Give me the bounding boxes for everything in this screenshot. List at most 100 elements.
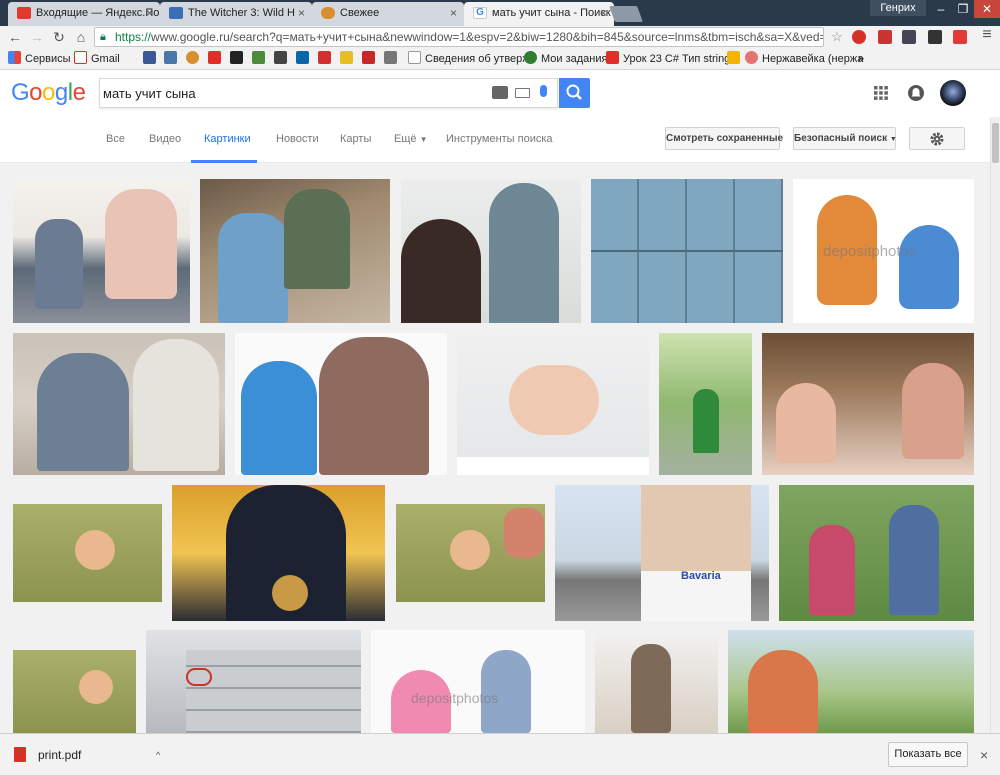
forward-icon[interactable]: →: [28, 28, 46, 46]
figure-shape: [37, 353, 129, 471]
bookmark-tasks[interactable]: Мои задания: [524, 50, 607, 68]
image-result[interactable]: depositphotos: [793, 179, 974, 323]
extension-icon[interactable]: [878, 30, 892, 44]
image-result[interactable]: [591, 179, 783, 323]
image-result[interactable]: [13, 650, 136, 733]
image-result[interactable]: [235, 333, 447, 475]
figure-shape: [693, 389, 719, 453]
bookmark-icon-only[interactable]: [384, 50, 401, 68]
new-tab-button[interactable]: [609, 6, 643, 22]
bookmark-icon-only[interactable]: [727, 50, 744, 68]
video-icon[interactable]: [953, 30, 967, 44]
back-icon[interactable]: ←: [6, 28, 24, 46]
bookmark-statements[interactable]: Сведения об утверж: [408, 50, 530, 68]
bookmark-icon-only[interactable]: [230, 50, 247, 68]
search-box[interactable]: [99, 78, 558, 108]
lock-icon: 🔒︎: [100, 31, 106, 43]
tab-yandex-mail[interactable]: Входящие — Яндекс.По ×: [8, 2, 160, 26]
tab-witcher[interactable]: The Witcher 3: Wild H ×: [160, 2, 312, 26]
bookmark-services[interactable]: Сервисы: [8, 50, 71, 68]
bookmark-icon-only[interactable]: [362, 50, 379, 68]
home-icon[interactable]: ⌂: [72, 28, 90, 46]
avatar[interactable]: [940, 80, 966, 106]
microphone-icon[interactable]: [540, 85, 547, 97]
extension-icon[interactable]: [902, 30, 916, 44]
image-result[interactable]: [779, 485, 974, 621]
search-tools-button[interactable]: Инструменты поиска: [446, 133, 553, 145]
google-logo[interactable]: Google: [11, 79, 86, 107]
figure-shape: [748, 650, 818, 733]
notifications-icon[interactable]: [907, 84, 925, 102]
address-bar[interactable]: 🔒︎ https://www.google.ru/search?q=мать+у…: [94, 27, 824, 47]
extension-icon[interactable]: [928, 30, 942, 44]
bookmark-icon-only[interactable]: [318, 50, 335, 68]
image-result[interactable]: [659, 333, 752, 475]
close-icon[interactable]: ×: [980, 747, 988, 763]
star-icon[interactable]: ☆: [828, 28, 846, 46]
maximize-icon[interactable]: ❐: [952, 0, 974, 18]
opera-icon[interactable]: [852, 30, 866, 44]
image-result[interactable]: [762, 333, 974, 475]
bookmark-icon-only[interactable]: [252, 50, 269, 68]
camera-icon[interactable]: [492, 86, 508, 99]
safe-search-button[interactable]: Безопасный поиск ▼: [793, 127, 897, 150]
image-result[interactable]: Bavaria: [555, 485, 769, 621]
image-result[interactable]: [13, 504, 162, 602]
image-result[interactable]: [13, 333, 225, 475]
close-icon[interactable]: ×: [298, 2, 305, 24]
apps-grid-icon[interactable]: [873, 85, 889, 101]
bookmark-icon-only[interactable]: [340, 50, 357, 68]
tab-label: The Witcher 3: Wild H: [188, 7, 295, 19]
watermark-text: depositphotos: [411, 690, 499, 706]
reload-icon[interactable]: ↻: [50, 28, 68, 46]
minimize-icon[interactable]: –: [930, 0, 952, 18]
profile-button[interactable]: Генрих: [870, 0, 926, 16]
image-result[interactable]: [396, 504, 545, 602]
menu-icon[interactable]: ≡: [978, 27, 996, 46]
image-result[interactable]: [200, 179, 390, 323]
image-result[interactable]: [595, 630, 718, 733]
tab-more[interactable]: Ещё ▼: [394, 133, 428, 145]
image-results-grid: depositphotos Bavaria depositphotos: [0, 163, 990, 733]
bookmark-gmail[interactable]: Gmail: [74, 50, 120, 68]
settings-button[interactable]: [909, 127, 965, 150]
bookmark-icon-only[interactable]: [186, 50, 203, 68]
bookmark-csharp-lesson[interactable]: Урок 23 C# Тип string: [606, 50, 730, 68]
bookmark-icon-only[interactable]: [296, 50, 313, 68]
tab-video[interactable]: Видео: [149, 133, 181, 145]
show-all-downloads-button[interactable]: Показать все: [888, 742, 968, 767]
page-scrollbar[interactable]: [990, 117, 1000, 733]
download-item[interactable]: print.pdf ^: [10, 742, 170, 768]
bookmark-icon-only[interactable]: [208, 50, 225, 68]
close-icon[interactable]: ×: [450, 2, 457, 24]
saved-images-button[interactable]: Смотреть сохраненные: [665, 127, 783, 150]
tab-maps[interactable]: Карты: [340, 133, 371, 145]
image-result[interactable]: [457, 333, 649, 475]
tab-google-search[interactable]: G мать учит сына - Поиск ×: [464, 2, 614, 26]
image-result[interactable]: [146, 630, 361, 733]
gear-icon: [930, 132, 944, 146]
search-input[interactable]: [102, 79, 482, 107]
chevron-up-icon[interactable]: ^: [156, 742, 160, 768]
bookmark-stainless[interactable]: Нержавейка (нержа: [745, 50, 863, 68]
close-window-icon[interactable]: ✕: [974, 0, 1000, 18]
scrollbar-thumb[interactable]: [992, 123, 999, 163]
tab-all[interactable]: Все: [106, 133, 125, 145]
image-result[interactable]: [401, 179, 581, 323]
bookmark-icon-only[interactable]: [274, 50, 291, 68]
image-result[interactable]: depositphotos: [371, 630, 585, 733]
bookmark-icon-only[interactable]: [143, 50, 160, 68]
image-result[interactable]: [728, 630, 974, 733]
close-icon[interactable]: ×: [600, 2, 607, 24]
image-result[interactable]: [13, 179, 190, 323]
keyboard-icon[interactable]: [515, 88, 530, 98]
image-result[interactable]: [172, 485, 385, 621]
search-button[interactable]: [559, 78, 590, 108]
tab-fresh[interactable]: Свежее ×: [312, 2, 464, 26]
tab-news[interactable]: Новости: [276, 133, 319, 145]
tab-images[interactable]: Картинки: [204, 133, 251, 145]
bookmarks-overflow[interactable]: »: [858, 50, 864, 68]
search-icon: [566, 84, 582, 100]
close-icon[interactable]: ×: [146, 2, 153, 24]
bookmark-icon-only[interactable]: [164, 50, 181, 68]
